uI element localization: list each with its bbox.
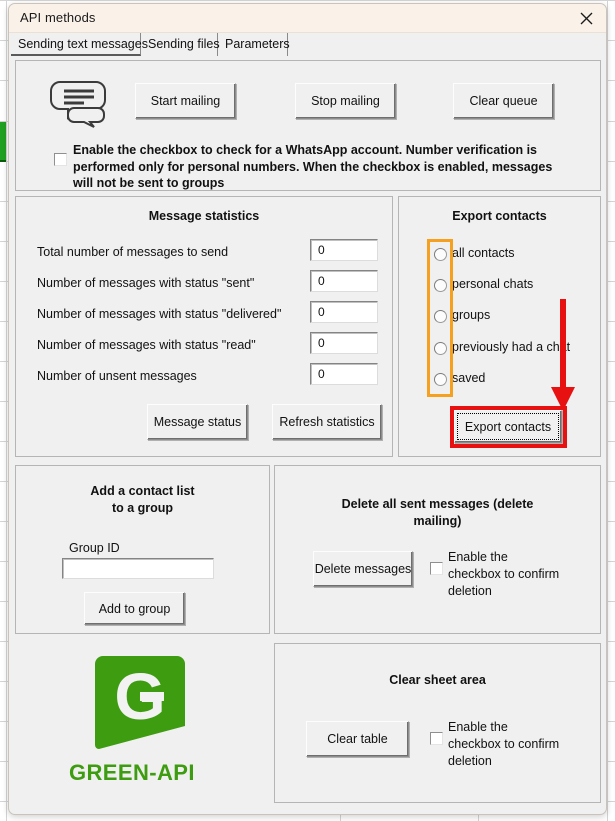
button-label: Add to group xyxy=(98,601,171,616)
button-label: Export contacts xyxy=(464,419,552,434)
label-line: Enable the checkbox to check for a Whats… xyxy=(73,143,537,157)
radio-all-contacts[interactable] xyxy=(434,248,447,261)
radio-label-all-contacts: all contacts xyxy=(452,246,515,260)
delete-confirm-label: Enable the checkbox to confirm deletion xyxy=(448,549,559,600)
tab-sending-files[interactable]: Sending files xyxy=(141,33,220,56)
stat-value-unsent[interactable]: 0 xyxy=(310,363,378,385)
radio-groups[interactable] xyxy=(434,310,447,323)
add-to-group-title-line1: Add a contact list xyxy=(90,484,195,498)
stat-label-sent: Number of messages with status "sent" xyxy=(37,276,255,290)
window-title: API methods xyxy=(20,10,96,25)
group-id-label: Group ID xyxy=(69,541,120,555)
mailing-controls-panel: Start mailing Stop mailing Clear queue E… xyxy=(15,60,601,191)
stat-value-read[interactable]: 0 xyxy=(310,332,378,354)
start-mailing-button[interactable]: Start mailing xyxy=(135,83,236,119)
label-line: performed only for personal numbers. Whe… xyxy=(73,159,553,174)
tab-label: Sending text messages xyxy=(18,37,148,51)
export-contacts-panel: Export contacts all contacts personal ch… xyxy=(398,196,601,457)
tab-sending-text-messages[interactable]: Sending text messages xyxy=(11,33,148,56)
stat-label-read: Number of messages with status "read" xyxy=(37,338,256,352)
clear-sheet-title: Clear sheet area xyxy=(389,673,486,687)
radio-previously-had-a-chat[interactable] xyxy=(434,342,447,355)
radio-label-groups: groups xyxy=(452,308,491,322)
tab-label: Parameters xyxy=(225,37,290,51)
export-contacts-button[interactable]: Export contacts xyxy=(454,410,562,443)
label-line: Enable the xyxy=(448,550,508,564)
label-line: will not be sent to groups xyxy=(73,176,225,190)
delete-messages-button[interactable]: Delete messages xyxy=(313,551,413,587)
tab-label: Sending files xyxy=(148,37,220,51)
label-line: deletion xyxy=(448,754,492,768)
title-bar: API methods xyxy=(9,4,606,33)
green-api-wordmark: GREEN-API xyxy=(69,760,195,785)
tab-parameters[interactable]: Parameters xyxy=(218,33,290,56)
label-line: deletion xyxy=(448,584,492,598)
button-label: Refresh statistics xyxy=(279,415,375,429)
add-to-group-button[interactable]: Add to group xyxy=(84,592,185,625)
radio-label-saved: saved xyxy=(452,371,486,385)
delete-confirm-checkbox[interactable] xyxy=(430,562,443,575)
button-label: Delete messages xyxy=(314,562,412,576)
stat-label-delivered: Number of messages with status "delivere… xyxy=(37,307,282,321)
api-methods-dialog: API methods Sending text messages Sendin… xyxy=(8,3,607,815)
label-line: checkbox to confirm xyxy=(448,737,560,751)
clear-table-button[interactable]: Clear table xyxy=(306,721,409,757)
clear-sheet-panel: Clear sheet area Clear table Enable the … xyxy=(274,643,601,803)
clear-confirm-label: Enable the checkbox to confirm deletion xyxy=(448,719,559,770)
message-statistics-title: Message statistics xyxy=(148,209,260,223)
delete-messages-title-line2: mailing) xyxy=(413,514,462,528)
radio-saved[interactable] xyxy=(434,373,447,386)
stat-value-delivered[interactable]: 0 xyxy=(310,301,378,323)
stat-value-sent[interactable]: 0 xyxy=(310,270,378,292)
button-label: Message status xyxy=(153,415,242,429)
clear-confirm-checkbox[interactable] xyxy=(430,732,443,745)
export-contacts-title: Export contacts xyxy=(452,209,547,223)
green-api-logo: G xyxy=(91,654,189,754)
button-label: Clear table xyxy=(327,732,388,746)
radio-personal-chats[interactable] xyxy=(434,279,447,292)
stop-mailing-button[interactable]: Stop mailing xyxy=(295,83,396,119)
message-statistics-panel: Message statistics Total number of messa… xyxy=(15,196,393,457)
stat-value-total[interactable]: 0 xyxy=(310,239,378,261)
radio-label-previously-had-a-chat: previously had a chat xyxy=(452,340,571,354)
group-id-input[interactable] xyxy=(62,558,214,579)
stat-label-total: Total number of messages to send xyxy=(37,245,229,259)
delete-messages-title-line1: Delete all sent messages (delete xyxy=(341,497,534,511)
button-label: Clear queue xyxy=(469,94,538,108)
speech-bubbles-icon xyxy=(50,78,106,133)
radio-label-personal-chats: personal chats xyxy=(452,277,534,291)
label-line: Enable the xyxy=(448,720,508,734)
stat-label-unsent: Number of unsent messages xyxy=(37,369,197,383)
whatsapp-verify-label: Enable the checkbox to check for a Whats… xyxy=(73,142,583,192)
whatsapp-verify-checkbox[interactable] xyxy=(54,153,67,166)
label-line: checkbox to confirm xyxy=(448,567,560,581)
tab-strip: Sending text messages Sending files Para… xyxy=(9,33,606,58)
active-cell-indicator xyxy=(0,122,6,162)
add-to-group-title-line2: to a group xyxy=(111,501,174,515)
refresh-statistics-button[interactable]: Refresh statistics xyxy=(272,404,382,440)
clear-queue-button[interactable]: Clear queue xyxy=(453,83,554,119)
button-label: Start mailing xyxy=(150,94,221,108)
add-to-group-panel: Add a contact list to a group Group ID A… xyxy=(15,465,270,634)
delete-messages-panel: Delete all sent messages (delete mailing… xyxy=(274,465,601,634)
close-icon[interactable] xyxy=(574,7,598,29)
message-status-button[interactable]: Message status xyxy=(147,404,248,440)
button-label: Stop mailing xyxy=(311,94,380,108)
